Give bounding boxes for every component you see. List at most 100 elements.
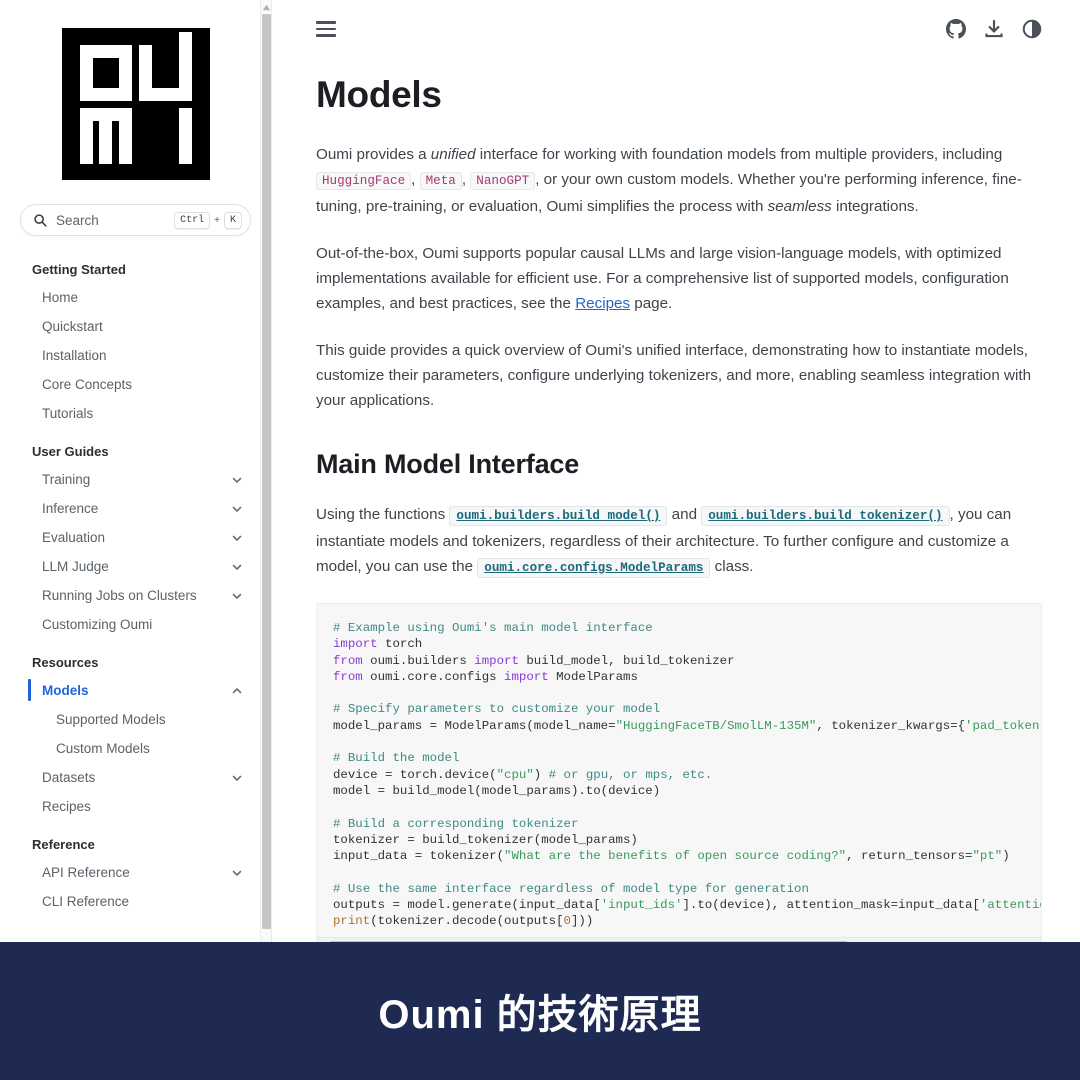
sidebar-scrollbar[interactable] <box>260 0 271 942</box>
page-title: Models <box>316 74 442 115</box>
sidebar-item-label: Training <box>42 472 91 487</box>
sidebar-caption-getting-started: Getting Started <box>32 262 126 277</box>
sidebar-item-label: LLM Judge <box>42 559 109 574</box>
sidebar-item-label: Custom Models <box>56 741 150 756</box>
chevron-up-icon[interactable] <box>231 685 243 697</box>
recipes-link[interactable]: Recipes <box>575 295 630 312</box>
sidebar-item-label: Datasets <box>42 770 96 785</box>
sidebar-item-inference[interactable]: Inference <box>20 494 251 523</box>
p1-part1: Oumi provides a <box>316 146 431 163</box>
code-content: # Example using Oumi's main model interf… <box>333 621 1041 929</box>
scroll-up-icon[interactable] <box>262 3 271 12</box>
sidebar-item-home[interactable]: Home <box>20 283 251 312</box>
sidebar-item-label: Inference <box>42 501 99 516</box>
theme-toggle-icon[interactable] <box>1022 19 1042 39</box>
sidebar-item-label: API Reference <box>42 865 130 880</box>
sidebar-item-label: Evaluation <box>42 530 106 545</box>
sidebar-item-label: CLI Reference <box>42 894 130 909</box>
sidebar-item-llm-judge[interactable]: LLM Judge <box>20 552 251 581</box>
search-kbd-plus: + <box>214 214 220 226</box>
oumi-logo-icon[interactable] <box>61 28 210 180</box>
p4-part1: Using the functions <box>316 506 450 523</box>
sidebar-item-custom-models[interactable]: Custom Models <box>20 734 251 763</box>
p4-part4: class. <box>710 558 754 575</box>
search-kbd-ctrl: Ctrl <box>174 211 211 229</box>
search-icon <box>34 214 47 227</box>
sidebar-caption-reference: Reference <box>32 837 95 852</box>
code-ref-build-tokenizer[interactable]: oumi.builders.build_tokenizer() <box>701 506 950 526</box>
chevron-down-icon[interactable] <box>231 561 243 573</box>
sidebar-item-evaluation[interactable]: Evaluation <box>20 523 251 552</box>
p4-part2: and <box>667 506 702 523</box>
sidebar-item-label: Core Concepts <box>42 377 133 392</box>
sidebar-item-label: Home <box>42 290 79 305</box>
p2-part2: page. <box>630 295 673 312</box>
code-chip-nanogpt: NanoGPT <box>470 172 536 190</box>
sidebar-item-label: Installation <box>42 348 107 363</box>
sidebar-item-label: Tutorials <box>42 406 94 421</box>
chevron-down-icon[interactable] <box>231 867 243 879</box>
code-block[interactable]: # Example using Oumi's main model interf… <box>316 603 1042 942</box>
sidebar-item-running-jobs-on-clusters[interactable]: Running Jobs on Clusters <box>20 581 251 610</box>
section-title-main-model-interface: Main Model Interface <box>316 449 580 479</box>
search-input[interactable]: Search Ctrl + K <box>20 204 251 236</box>
code-ref-modelparams[interactable]: oumi.core.configs.ModelParams <box>477 558 711 578</box>
logo-letter-o <box>79 45 132 101</box>
sidebar-caption-user-guides: User Guides <box>32 444 109 459</box>
page-root: Search Ctrl + K Getting Started Home Quick… <box>0 0 1080 1080</box>
sidebar-item-datasets[interactable]: Datasets <box>20 763 251 792</box>
bottom-banner: Oumi 的技術原理 <box>0 942 1080 1080</box>
banner-title: Oumi 的技術原理 <box>378 993 702 1037</box>
main-content: Models Oumi provides a unified interface… <box>288 0 1080 942</box>
p1-em2: seamless <box>767 198 832 215</box>
sidebar-item-supported-models[interactable]: Supported Models <box>20 705 251 734</box>
logo-letter-m <box>79 108 132 164</box>
sidebar-nav: Getting Started Home Quickstart Installatio… <box>16 236 255 916</box>
article: Models Oumi provides a unified interface… <box>288 74 1080 942</box>
p1-part2: interface for working with foundation mo… <box>475 146 1003 163</box>
chevron-down-icon[interactable] <box>231 590 243 602</box>
chevron-down-icon[interactable] <box>231 474 243 486</box>
code-ref-build-model[interactable]: oumi.builders.build_model() <box>449 506 668 526</box>
sidebar-item-label: Customizing Oumi <box>42 617 153 632</box>
sidebar-scrollbar-thumb[interactable] <box>262 14 271 929</box>
logo-container <box>16 0 255 190</box>
sidebar-item-label: Models <box>42 683 89 698</box>
search-placeholder: Search <box>56 212 99 228</box>
paragraph-outofbox: Out-of-the-box, Oumi supports popular ca… <box>316 241 1042 316</box>
code-chip-huggingface: HuggingFace <box>316 172 412 190</box>
sidebar-item-label: Supported Models <box>56 712 166 727</box>
paragraph-functions: Using the functions oumi.builders.build_… <box>316 502 1042 581</box>
sidebar-item-label: Running Jobs on Clusters <box>42 588 197 603</box>
sidebar-item-tutorials[interactable]: Tutorials <box>20 399 251 428</box>
p1-part4: integrations. <box>831 198 919 215</box>
logo-letter-i <box>139 108 192 164</box>
chevron-down-icon[interactable] <box>231 532 243 544</box>
sidebar-item-installation[interactable]: Installation <box>20 341 251 370</box>
sidebar-item-training[interactable]: Training <box>20 465 251 494</box>
search-kbd-k: K <box>223 211 242 229</box>
sidebar-item-models[interactable]: Models <box>20 676 251 705</box>
sidebar-item-core-concepts[interactable]: Core Concepts <box>20 370 251 399</box>
download-icon[interactable] <box>984 19 1004 39</box>
top-bar <box>288 0 1080 58</box>
chevron-down-icon[interactable] <box>231 772 243 784</box>
sidebar-item-quickstart[interactable]: Quickstart <box>20 312 251 341</box>
p1-em1: unified <box>430 146 476 163</box>
sidebar-item-label: Quickstart <box>42 319 103 334</box>
sidebar-item-api-reference[interactable]: API Reference <box>20 858 251 887</box>
logo-letter-u <box>139 32 192 101</box>
hamburger-icon[interactable] <box>316 21 336 37</box>
sidebar-item-customizing-oumi[interactable]: Customizing Oumi <box>20 610 251 639</box>
sidebar-item-label: Recipes <box>42 799 91 814</box>
chevron-down-icon[interactable] <box>231 503 243 515</box>
github-icon[interactable] <box>946 19 966 39</box>
sidebar: Search Ctrl + K Getting Started Home Quick… <box>0 0 272 942</box>
sidebar-caption-resources: Resources <box>32 655 99 670</box>
code-chip-meta: Meta <box>419 172 462 190</box>
paragraph-guide: This guide provides a quick overview of … <box>316 342 1032 409</box>
sidebar-item-recipes[interactable]: Recipes <box>20 792 251 821</box>
p1-sep1: , <box>411 171 420 188</box>
paragraph-intro: Oumi provides a unified interface for wo… <box>316 142 1042 219</box>
sidebar-item-cli-reference[interactable]: CLI Reference <box>20 887 251 916</box>
